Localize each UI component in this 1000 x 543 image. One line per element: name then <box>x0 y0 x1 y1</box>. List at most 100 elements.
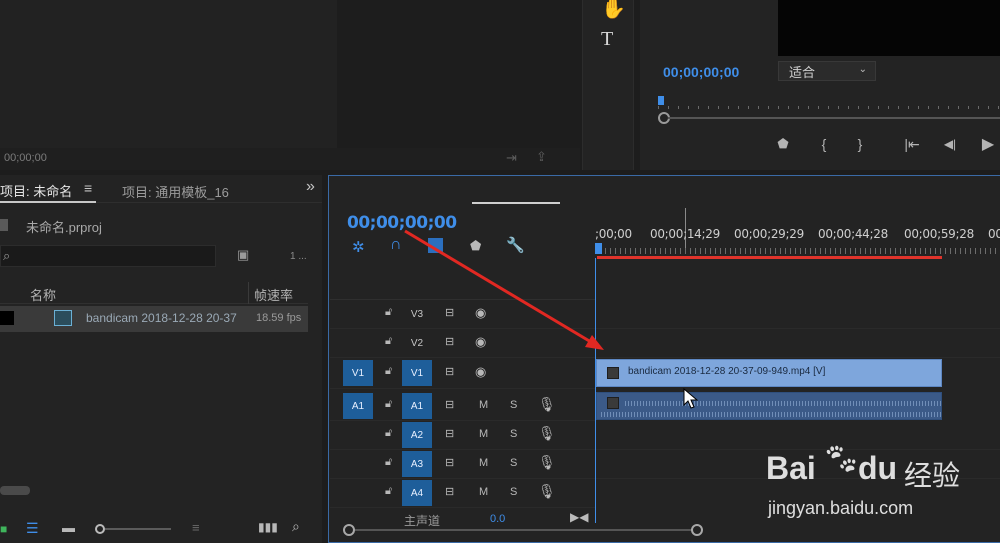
snap-icon[interactable]: ∩ <box>390 236 402 254</box>
mark-out-icon[interactable]: } <box>852 134 868 154</box>
chevron-down-icon: ⌄ <box>858 64 867 75</box>
project-scrollbar[interactable] <box>0 486 30 495</box>
track-a2: 🔓︎ A2 ⊟ M S 🎙︎ <box>330 421 595 450</box>
work-area-bar[interactable] <box>597 256 942 259</box>
solo-button[interactable]: S <box>510 428 517 440</box>
v3-lane[interactable] <box>596 300 1000 329</box>
track-v1-label[interactable]: V1 <box>402 360 432 386</box>
type-tool-icon[interactable]: T <box>601 28 613 51</box>
audio-clip[interactable] <box>596 392 942 420</box>
v2-lane[interactable] <box>596 329 1000 358</box>
microphone-icon[interactable]: 🎙︎ <box>538 454 556 471</box>
automate-icon[interactable]: ▮▮▮ <box>258 520 278 534</box>
col-name-header[interactable]: 名称 <box>30 285 56 304</box>
track-a2-label[interactable]: A2 <box>402 422 432 448</box>
sync-icon[interactable]: ⊟ <box>445 456 454 469</box>
program-zoom-bar[interactable] <box>658 112 1000 124</box>
video-clip[interactable]: bandicam 2018-12-28 20-37-09-949.mp4 [V] <box>596 359 942 387</box>
zoom-slider[interactable] <box>95 524 171 534</box>
eye-icon[interactable]: ◉ <box>475 305 486 321</box>
tab-project-template[interactable]: 项目: 通用模板_16 <box>122 182 229 201</box>
mute-button[interactable]: M <box>479 486 488 498</box>
marker-icon[interactable]: ⬟ <box>470 238 481 254</box>
program-ruler[interactable] <box>658 96 1000 110</box>
lock-icon[interactable]: 🔓︎ <box>385 427 392 440</box>
item-count: 1 ... <box>290 251 307 262</box>
ruler-label: 00;00;14;29 <box>650 227 720 241</box>
mute-button[interactable]: M <box>479 399 488 411</box>
ruler-label: 00;00;29;29 <box>734 227 804 241</box>
sync-icon[interactable]: ⊟ <box>445 427 454 440</box>
step-back-icon[interactable]: ◀| <box>940 134 960 154</box>
track-a4-label[interactable]: A4 <box>402 480 432 506</box>
lock-icon[interactable]: ■ <box>0 522 7 536</box>
ruler-label: 00;00;44;28 <box>818 227 888 241</box>
panel-menu-icon[interactable]: ≡ <box>84 180 92 196</box>
lock-icon[interactable]: 🔓︎ <box>385 485 392 498</box>
master-end-icon[interactable]: ▶◀ <box>570 510 588 524</box>
sync-icon[interactable]: ⊟ <box>445 485 454 498</box>
lock-icon[interactable]: 🔓︎ <box>385 398 392 411</box>
watermark-brand: Bai <box>766 450 816 486</box>
list-view-icon[interactable]: ☰ <box>26 520 39 537</box>
source-monitor-bar: 00;00;00 ⇥ ⇪ <box>0 148 580 170</box>
track-a1-label[interactable]: A1 <box>402 393 432 419</box>
tab-project-active[interactable]: 项目: 未命名 <box>0 181 72 200</box>
play-icon[interactable]: ▶ <box>978 134 998 154</box>
project-search-input[interactable]: ⌕ <box>0 245 216 267</box>
lock-icon[interactable]: 🔓︎ <box>385 306 392 319</box>
find-icon[interactable]: ⌕ <box>292 518 300 535</box>
microphone-icon[interactable]: 🎙︎ <box>538 483 556 500</box>
go-to-in-icon[interactable]: |⇤ <box>902 134 922 154</box>
program-video-frame <box>778 0 1000 56</box>
wrench-icon[interactable]: 🔧 <box>506 236 525 254</box>
eye-icon[interactable]: ◉ <box>475 364 486 380</box>
sync-icon[interactable]: ⊟ <box>445 306 454 319</box>
sequence-icon <box>54 310 72 326</box>
icon-view-icon[interactable]: ▬ <box>62 520 75 535</box>
solo-button[interactable]: S <box>510 457 517 469</box>
microphone-icon[interactable]: 🎙︎ <box>538 396 556 413</box>
track-v3-label[interactable]: V3 <box>402 301 432 327</box>
playhead-line <box>595 258 596 523</box>
lock-icon[interactable]: 🔓︎ <box>385 335 392 348</box>
program-playhead[interactable] <box>658 96 664 105</box>
source-patch-v1[interactable]: V1 <box>343 360 373 386</box>
list-item[interactable]: bandicam 2018-12-28 20-37 18.59 fps <box>0 306 308 332</box>
lock-icon[interactable]: 🔓︎ <box>385 456 392 469</box>
eye-icon[interactable]: ◉ <box>475 334 486 350</box>
nest-icon[interactable]: ✲ <box>352 238 365 256</box>
new-bin-icon[interactable]: ▣ <box>237 247 249 263</box>
mute-button[interactable]: M <box>479 428 488 440</box>
sync-icon[interactable]: ⊟ <box>445 365 454 378</box>
sync-icon[interactable]: ⊟ <box>445 398 454 411</box>
hand-icon[interactable]: ✋ <box>601 0 626 21</box>
export-frame-icon[interactable]: ⇪ <box>536 149 547 165</box>
audio-waveform-bottom <box>601 412 941 417</box>
track-a3-label[interactable]: A3 <box>402 451 432 477</box>
col-fps-header[interactable]: 帧速率 <box>254 285 293 304</box>
source-timecode: 00;00;00 <box>4 152 47 164</box>
timeline-timecode[interactable]: 00;00;00;00 <box>347 213 457 233</box>
project-file-icon <box>0 219 8 231</box>
overflow-icon[interactable]: » <box>306 178 315 196</box>
solo-button[interactable]: S <box>510 399 517 411</box>
fit-select[interactable]: 适合 ⌄ <box>778 61 876 81</box>
lock-icon[interactable]: 🔓︎ <box>385 365 392 378</box>
source-patch-a1[interactable]: A1 <box>343 393 373 419</box>
microphone-icon[interactable]: 🎙︎ <box>538 425 556 442</box>
insert-icon[interactable]: ⇥ <box>506 150 517 166</box>
track-v2-label[interactable]: V2 <box>402 330 432 356</box>
add-marker-icon[interactable]: ⬟ <box>775 134 791 154</box>
sync-icon[interactable]: ⊟ <box>445 335 454 348</box>
item-name: bandicam 2018-12-28 20-37 <box>86 311 237 325</box>
mark-in-icon[interactable]: { <box>816 134 832 154</box>
baidu-watermark: Bai 🐾︎ du 经验 jingyan.baidu.com <box>766 436 996 526</box>
program-timecode[interactable]: 00;00;00;00 <box>663 64 739 80</box>
linked-selection-icon[interactable] <box>428 238 443 253</box>
mute-button[interactable]: M <box>479 457 488 469</box>
sort-icon[interactable]: ≡ <box>192 520 200 535</box>
timeline-playhead-handle[interactable] <box>595 243 602 254</box>
timeline-zoom-scrollbar[interactable] <box>343 523 703 537</box>
solo-button[interactable]: S <box>510 486 517 498</box>
